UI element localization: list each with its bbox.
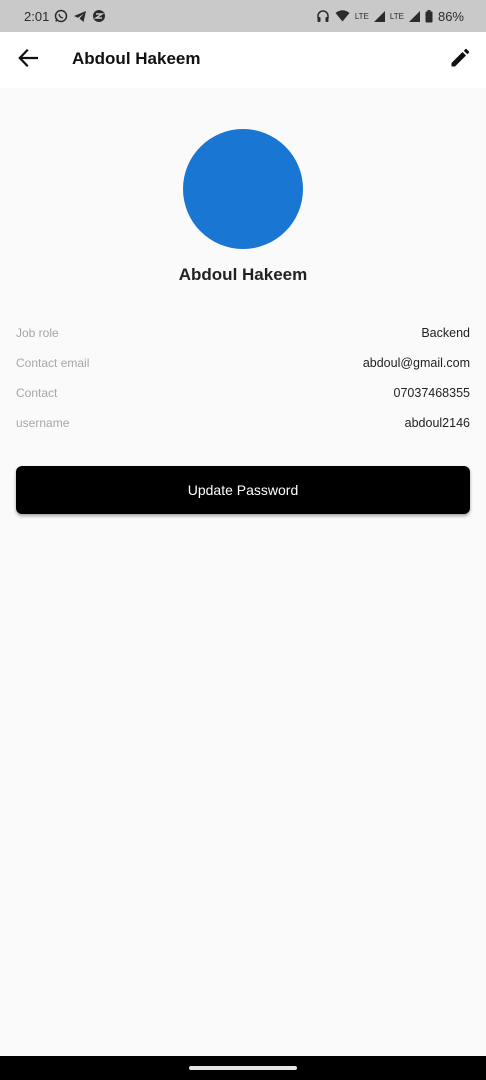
detail-label: username [16,416,70,430]
profile-details: Job role Backend Contact email abdoul@gm… [16,318,470,438]
back-button[interactable] [14,46,42,74]
battery-icon [425,9,433,23]
edit-button[interactable] [446,46,474,74]
detail-row-contact: Contact 07037468355 [16,378,470,408]
update-password-button[interactable]: Update Password [16,466,470,514]
detail-row-job-role: Job role Backend [16,318,470,348]
signal-icon [373,10,385,22]
detail-value: abdoul@gmail.com [362,356,470,370]
navigation-bar [0,1056,486,1080]
status-bar: 2:01 LTE LTE 86% [0,0,486,32]
headphones-icon [316,9,330,23]
wifi-icon [335,10,350,22]
detail-value: Backend [421,326,470,340]
network-type-1: LTE [354,11,369,21]
profile-screen: 2:01 LTE LTE 86% Abdoul Hakeem Abdoul Ha… [0,0,486,1080]
status-bar-right: LTE LTE 86% [316,9,464,24]
status-time: 2:01 [24,8,50,24]
telegram-icon [73,10,87,23]
home-indicator[interactable] [189,1066,297,1070]
pencil-edit-icon [450,48,470,73]
detail-row-username: username abdoul2146 [16,408,470,438]
network-type-2: LTE [389,11,404,21]
detail-label: Job role [16,326,59,340]
profile-name: Abdoul Hakeem [178,265,308,284]
detail-value: abdoul2146 [404,416,470,430]
arrow-back-icon [18,48,39,72]
signal-icon [408,10,420,22]
status-bar-left: 2:01 [24,9,106,24]
app-bar: Abdoul Hakeem [0,32,486,88]
detail-row-contact-email: Contact email abdoul@gmail.com [16,348,470,378]
page-title: Abdoul Hakeem [72,49,201,68]
detail-label: Contact email [16,356,90,370]
detail-value: 07037468355 [393,386,470,400]
battery-percent: 86% [437,8,464,24]
app-notification-icon [92,9,106,23]
detail-label: Contact [16,386,58,400]
avatar [183,129,303,249]
whatsapp-icon [54,9,68,23]
